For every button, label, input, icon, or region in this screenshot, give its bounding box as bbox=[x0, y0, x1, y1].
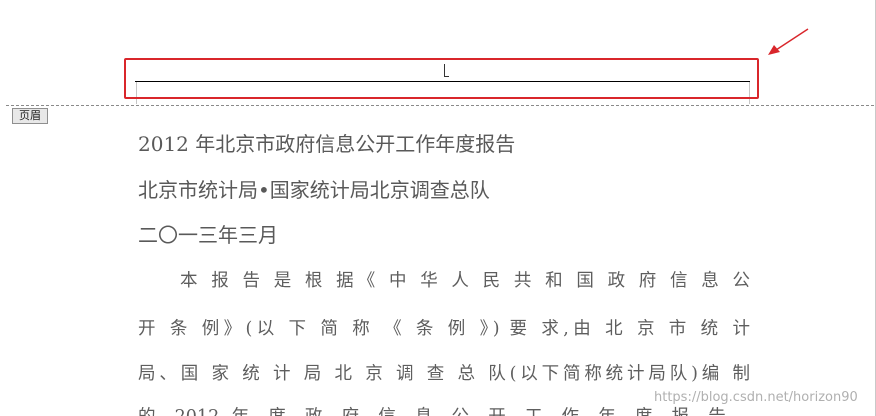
paragraph-line: 局、国 家 统 计 局 北 京 调 查 总 队(以下简称统计局队)编 制 bbox=[138, 364, 750, 384]
paragraph-line: 开 条 例》(以 下 简 称 《 条 例 》) 要 求,由 北 京 市 统 计 bbox=[138, 319, 750, 339]
paragraph-line: 本 报 告 是 根 据《 中 华 人 民 共 和 国 政 府 信 息 公 bbox=[180, 271, 750, 291]
watermark-text: https://blog.csdn.net/horizon90 bbox=[654, 390, 858, 405]
red-arrow-icon bbox=[768, 28, 809, 55]
doc-title: 2012 年北京市政府信息公开工作年度报告 bbox=[138, 132, 516, 156]
annotation-highlight-box bbox=[124, 58, 759, 99]
document-body[interactable]: 2012 年北京市政府信息公开工作年度报告 北京市统计局•国家统计局北京调查总队… bbox=[0, 106, 876, 416]
doc-subtitle: 北京市统计局•国家统计局北京调查总队 bbox=[138, 178, 490, 202]
doc-date: 二〇一三年三月 bbox=[138, 223, 278, 247]
